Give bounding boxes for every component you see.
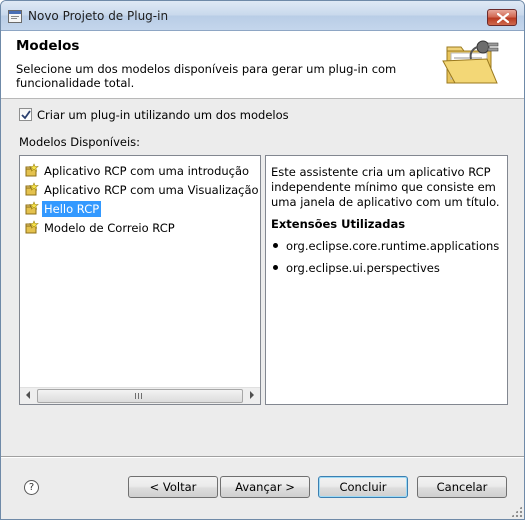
- template-icon: [25, 182, 39, 196]
- templates-list[interactable]: Aplicativo RCP com uma introdução Aplica…: [19, 155, 261, 405]
- extensions-heading: Extensões Utilizadas: [271, 217, 406, 231]
- button-bar-separator: [1, 456, 524, 458]
- finish-button-label: Concluir: [339, 480, 387, 494]
- list-item-selected[interactable]: Hello RCP: [24, 200, 102, 218]
- checkmark-icon: [21, 110, 31, 120]
- list-item[interactable]: Modelo de Correio RCP: [24, 219, 177, 237]
- extension-item: org.eclipse.core.runtime.applications: [271, 239, 502, 253]
- back-button-label: < Voltar: [149, 480, 197, 494]
- use-template-label: Criar um plug-in utilizando um dos model…: [37, 108, 289, 122]
- next-button[interactable]: Avançar >: [220, 476, 310, 498]
- template-icon: [25, 163, 39, 177]
- help-icon[interactable]: ?: [24, 480, 39, 495]
- template-description-text: Este assistente cria um aplicativo RCP i…: [271, 165, 500, 209]
- template-icon: [25, 201, 39, 215]
- open-folder-plugin-icon: [442, 40, 499, 84]
- template-description-panel: Este assistente cria um aplicativo RCP i…: [265, 155, 508, 405]
- scrollbar-grip: [135, 393, 143, 399]
- list-item[interactable]: Aplicativo RCP com uma Visualização: [24, 181, 261, 199]
- close-button[interactable]: [487, 9, 517, 26]
- new-plugin-project-dialog: Novo Projeto de Plug-in Modelos Selecion…: [0, 0, 525, 520]
- use-template-checkbox[interactable]: [19, 108, 32, 121]
- template-label: Aplicativo RCP com uma introdução: [44, 164, 250, 178]
- eclipse-app-icon: [8, 10, 22, 23]
- window-title: Novo Projeto de Plug-in: [28, 9, 169, 23]
- extension-item: org.eclipse.ui.perspectives: [271, 261, 502, 275]
- wizard-banner: Modelos Selecione um dos modelos disponí…: [1, 31, 524, 99]
- cancel-button[interactable]: Cancelar: [417, 476, 507, 498]
- scroll-left-arrow-icon[interactable]: [26, 391, 30, 399]
- scrollbar-thumb[interactable]: [37, 389, 243, 403]
- list-item[interactable]: Aplicativo RCP com uma introdução: [24, 162, 251, 180]
- template-label: Modelo de Correio RCP: [44, 221, 175, 235]
- finish-button[interactable]: Concluir: [318, 476, 408, 498]
- page-description: Selecione um dos modelos disponíveis par…: [16, 62, 397, 90]
- cancel-button-label: Cancelar: [436, 480, 488, 494]
- template-icon: [25, 220, 39, 234]
- close-icon: [497, 13, 509, 23]
- resize-grip[interactable]: [511, 506, 522, 517]
- scroll-right-arrow-icon[interactable]: [250, 391, 254, 399]
- available-templates-label: Modelos Disponíveis:: [19, 135, 141, 149]
- page-title: Modelos: [16, 38, 80, 54]
- title-bar[interactable]: Novo Projeto de Plug-in: [1, 1, 524, 31]
- horizontal-scrollbar[interactable]: [20, 387, 260, 404]
- next-button-label: Avançar >: [235, 480, 295, 494]
- template-label: Aplicativo RCP com uma Visualização: [44, 183, 259, 197]
- template-label: Hello RCP: [42, 201, 102, 217]
- back-button[interactable]: < Voltar: [128, 476, 218, 498]
